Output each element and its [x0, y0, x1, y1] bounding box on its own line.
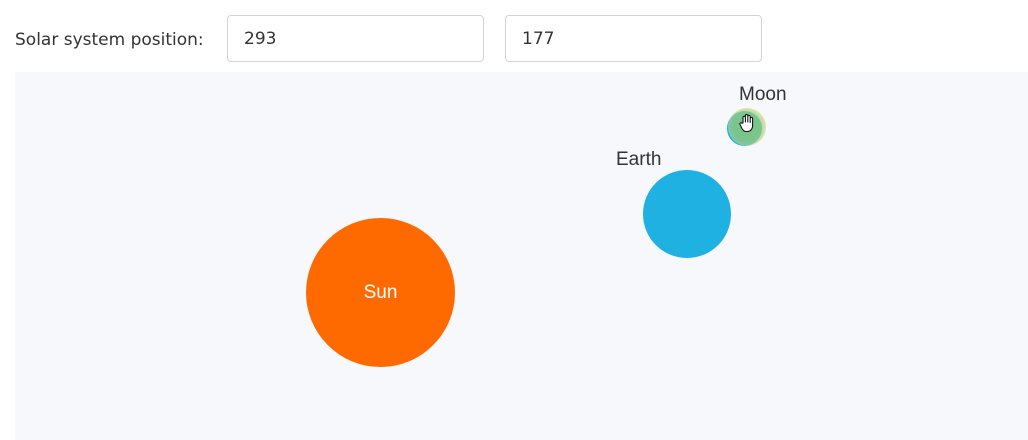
earth-label: Earth: [616, 149, 662, 170]
moon-label: Moon: [739, 84, 787, 105]
sun-body[interactable]: Sun: [306, 218, 455, 367]
position-toolbar: Solar system position:: [0, 0, 1028, 72]
position-label: Solar system position:: [15, 30, 204, 50]
solar-system-canvas[interactable]: Sun Earth Moon: [15, 72, 1028, 440]
earth-body[interactable]: [643, 170, 731, 258]
position-y-input[interactable]: [505, 15, 762, 62]
hand-grab-icon: [739, 114, 754, 133]
position-x-input[interactable]: [227, 15, 484, 62]
sun-label: Sun: [363, 281, 398, 303]
